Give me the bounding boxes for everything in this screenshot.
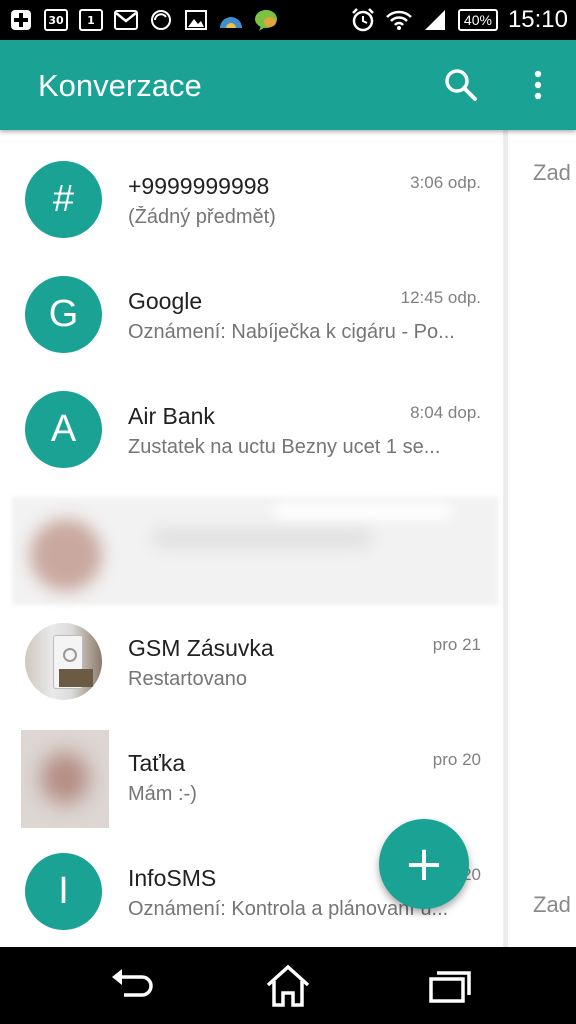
status-bar: 30 1 40% 15:10 [0,0,576,40]
list-item[interactable]: # +9999999998 3:06 odp. (Žádný předmět) [0,143,503,258]
conversation-preview: Restartovano [128,668,247,690]
add-icon: + [403,836,445,892]
go-sms-icon [253,8,279,32]
conversation-time: 3:06 odp. [410,173,481,192]
blurred-text [152,527,372,549]
list-item[interactable]: Taťka pro 20 Mám :-) [0,720,503,835]
more-vert-icon[interactable] [524,66,552,104]
conversation-preview: Zustatek na uctu Bezny ucet 1 se... [128,436,441,458]
status-clock: 15:10 [507,6,568,33]
blurred-photo [41,752,89,804]
panel-text-bottom: Zad [533,892,571,917]
avatar: # [25,161,102,238]
blurred-text [272,503,452,519]
conversation-name: Air Bank [128,403,215,429]
home-icon[interactable] [263,963,313,1009]
app-bar: Konverzace [0,40,576,130]
conversation-detail-panel: Zad Zad [508,130,576,947]
conversation-name: Taťka [128,750,186,776]
panel-text-top: Zad [533,160,571,185]
alarm-icon [350,8,376,32]
image-icon [183,8,209,32]
new-conversation-button[interactable]: + [379,819,469,909]
conversation-preview: (Žádný předmět) [128,206,276,228]
back-icon[interactable] [104,963,154,1009]
calendar-icon: 30 [43,8,69,32]
conversation-time: pro 20 [432,750,481,769]
conversation-name: GSM Zásuvka [128,635,274,661]
page-title: Konverzace [38,68,202,103]
socket-photo-label [59,669,93,687]
avatar: I [25,853,102,930]
gmail-icon [113,8,139,32]
weather-icon [218,8,244,32]
conversation-time: 12:45 odp. [400,288,481,307]
search-icon[interactable] [442,66,480,104]
conversation-name: Google [128,288,203,314]
list-item[interactable]: G Google 12:45 odp. Oznámení: Nabíječka … [0,258,503,373]
wifi-icon [386,8,412,32]
conversation-preview: Mám :-) [128,783,197,805]
conversation-name: InfoSMS [128,865,217,891]
avatar: A [25,391,102,468]
signal-icon [422,8,448,32]
add-icon [8,8,34,32]
conversation-time: pro 21 [432,635,481,654]
avatar [25,623,102,700]
conversation-time: 8:04 dop. [410,403,481,422]
blurred-avatar [30,519,102,591]
sync-icon [148,8,174,32]
avatar [21,730,109,828]
conversation-name: +9999999998 [128,173,270,199]
avatar: G [25,276,102,353]
date-icon: 1 [78,8,104,32]
conversation-preview: Oznámení: Nabíječka k cigáru - Po... [128,321,455,343]
list-item[interactable]: GSM Zásuvka pro 21 Restartovano [0,605,503,720]
navigation-bar [0,947,576,1024]
recent-apps-icon[interactable] [424,963,474,1009]
list-item[interactable]: A Air Bank 8:04 dop. Zustatek na uctu Be… [0,373,503,488]
battery-icon: 40% [457,9,498,31]
blurred-list-item[interactable] [12,497,498,605]
